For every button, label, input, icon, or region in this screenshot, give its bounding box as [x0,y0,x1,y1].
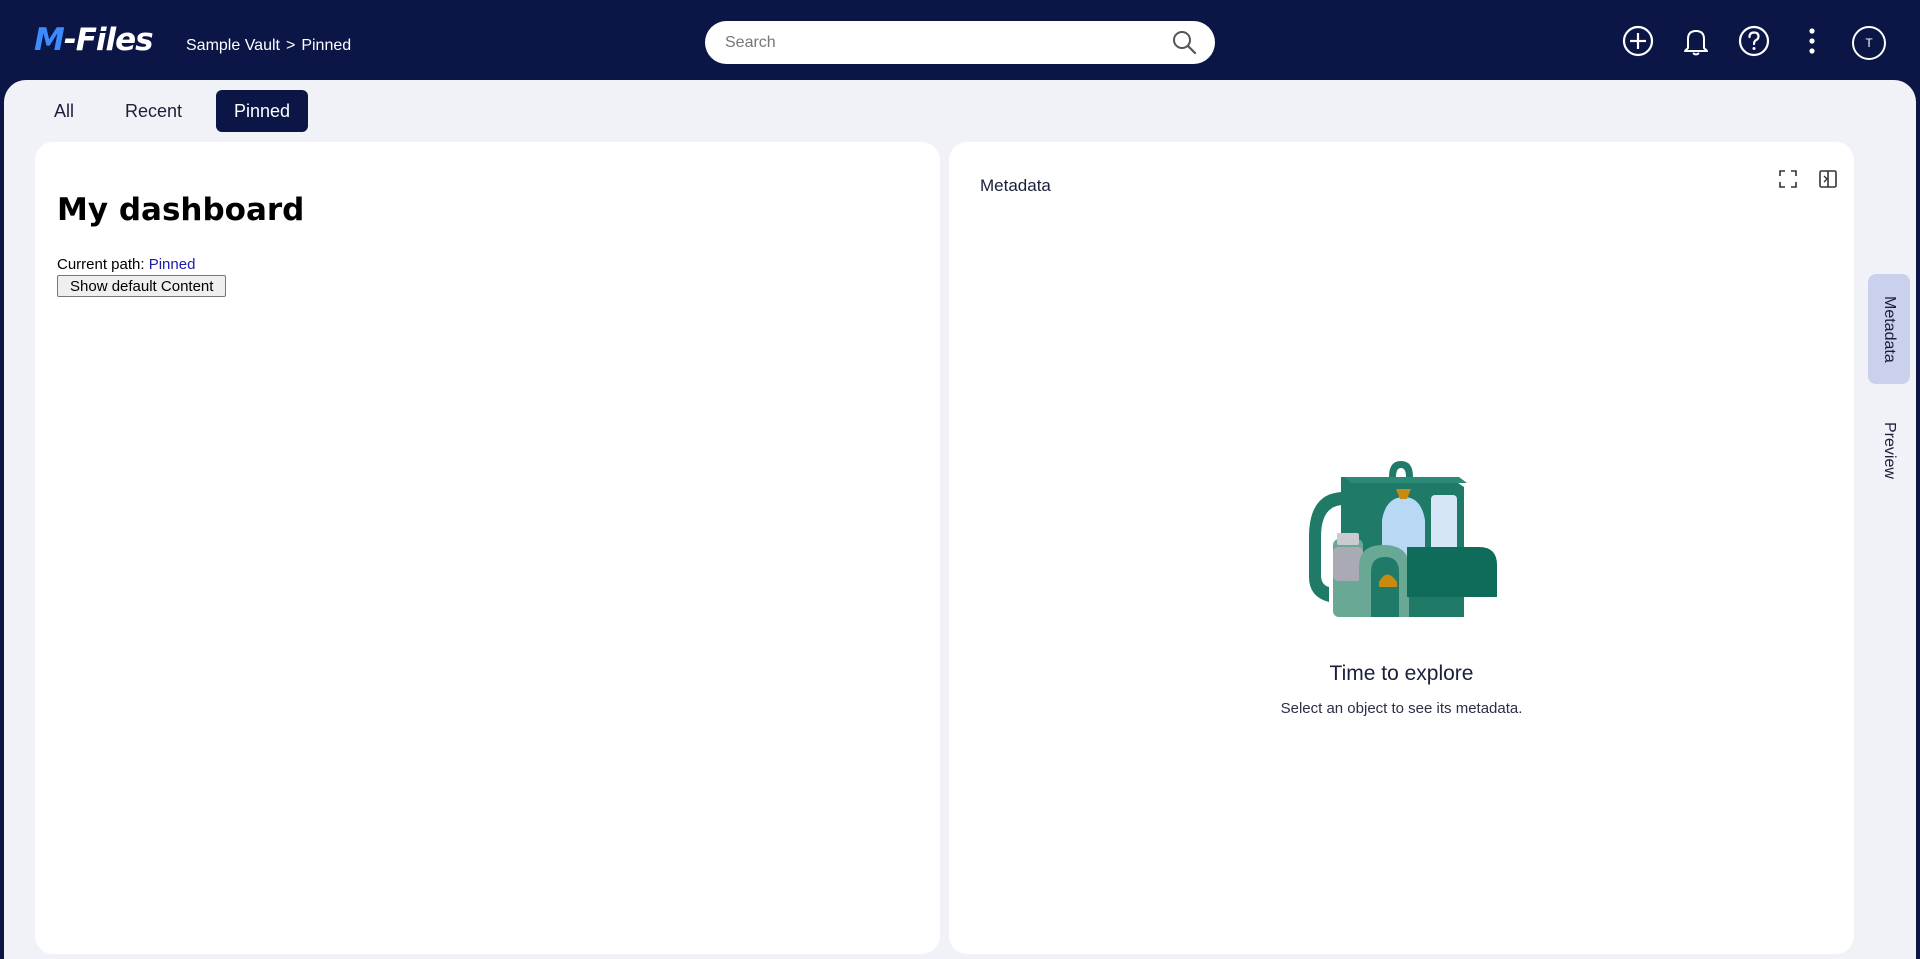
show-default-content-button[interactable]: Show default Content [57,275,227,297]
metadata-title: Metadata [980,176,1051,195]
side-tab-preview[interactable]: Preview [1868,405,1910,495]
current-path-label: Current path: [57,256,145,273]
current-path: Current path: Pinned [57,256,195,273]
breadcrumb-current: Pinned [301,37,352,54]
maximize-icon[interactable] [1777,168,1799,190]
search-icon[interactable] [1171,29,1197,55]
empty-state-title: Time to explore [1329,662,1474,685]
page-title: My dashboard [57,192,305,228]
backpack-illustration [1309,461,1497,617]
m-files-logo[interactable]: M-Files [34,22,154,58]
help-icon[interactable] [1736,23,1772,59]
breadcrumb-vault[interactable]: Sample Vault [186,37,280,55]
side-tab-metadata-label: Metadata [1881,295,1898,363]
tab-pinned[interactable]: Pinned [216,90,309,132]
top-bar: M-Files Sample Vault > Pinned T [0,0,1920,80]
side-tab-metadata[interactable]: Metadata [1868,274,1910,384]
search-box [705,21,1215,64]
side-rail: Metadata Preview [1864,190,1912,478]
breadcrumb-separator: > [285,37,296,54]
collapse-panel-icon[interactable] [1817,168,1839,190]
breadcrumb: Sample Vault > Pinned [186,37,351,55]
tab-all[interactable]: All [36,90,92,132]
side-tab-preview-label: Preview [1881,421,1898,479]
workspace: All Recent Pinned My dashboard Current p… [4,80,1916,959]
dashboard-panel: My dashboard Current path: Pinned Show d… [35,142,940,954]
add-icon[interactable] [1620,23,1656,59]
logo-prefix: M [34,22,65,58]
metadata-panel: Metadata Time to explore Select an objec… [949,142,1854,954]
user-avatar[interactable]: T [1852,26,1886,60]
logo-rest: -Files [63,22,154,58]
more-vertical-icon[interactable] [1794,23,1830,59]
search-input[interactable] [723,31,1147,55]
bell-icon[interactable] [1678,23,1714,59]
tab-recent[interactable]: Recent [107,90,200,132]
current-path-link[interactable]: Pinned [149,256,196,273]
empty-state-subtitle: Select an object to see its metadata. [1280,700,1523,717]
